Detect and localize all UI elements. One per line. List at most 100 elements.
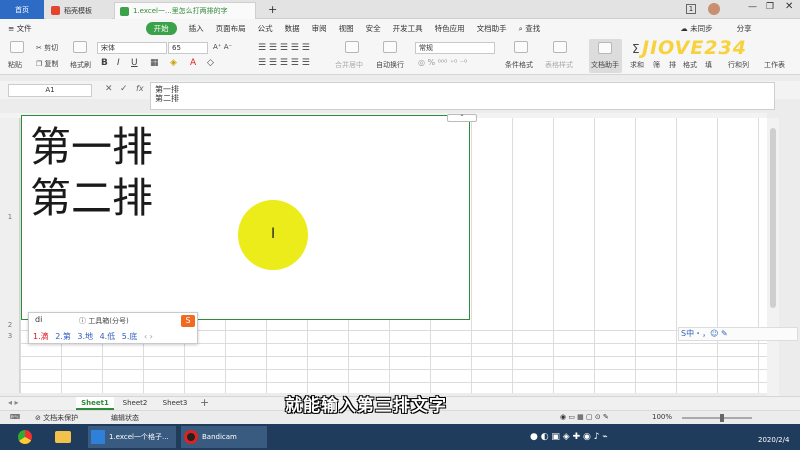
filter-button[interactable]: 筛 xyxy=(653,60,660,70)
zoom-slider[interactable] xyxy=(682,414,752,422)
tab-review[interactable]: 审阅 xyxy=(312,23,327,34)
underline-button[interactable]: U xyxy=(131,58,138,68)
doc-assistant-button[interactable]: 文档助手 xyxy=(589,39,622,73)
conditional-format-icon[interactable] xyxy=(514,41,528,53)
vertical-scrollbar[interactable] xyxy=(767,118,779,398)
fill-button[interactable]: 填 xyxy=(705,60,712,70)
ime-candidate-1[interactable]: 1.滴 xyxy=(33,332,49,341)
maximize-icon[interactable]: ❐ xyxy=(766,2,774,12)
tab-special[interactable]: 特色应用 xyxy=(435,23,465,34)
worksheet-button[interactable]: 工作表 xyxy=(764,60,785,70)
doc-assistant-label: 文档助手 xyxy=(591,61,619,69)
tab-template[interactable]: 稻壳模板 xyxy=(46,2,112,19)
formula-input[interactable]: 第一排 第二排 xyxy=(150,82,775,110)
macro-icon[interactable]: ⌨ xyxy=(10,413,20,421)
search-button[interactable]: ⌕ 查找 xyxy=(519,23,553,34)
format-painter-button[interactable]: 格式刷 xyxy=(70,60,91,70)
taskbar-date[interactable]: 2020/2/4 xyxy=(758,436,789,444)
table-style-icon[interactable] xyxy=(553,41,567,53)
tab-view[interactable]: 视图 xyxy=(339,23,354,34)
minimize-icon[interactable]: — xyxy=(748,2,757,12)
row-header-2[interactable]: 2 xyxy=(0,321,20,329)
chrome-icon[interactable] xyxy=(18,426,38,448)
folder-icon[interactable] xyxy=(55,426,75,448)
paste-icon[interactable] xyxy=(10,41,24,53)
cancel-icon[interactable]: ✕ xyxy=(105,84,113,94)
border-button[interactable]: ▦ xyxy=(150,58,159,68)
align-top-icons[interactable]: ☰ ☰ ☰ ☰ ☰ xyxy=(258,43,310,53)
align-horizontal-icons[interactable]: ☰ ☰ ☰ ☰ ☰ xyxy=(258,58,310,68)
wrap-text-button[interactable]: 自动换行 xyxy=(376,60,404,70)
ime-candidate-5[interactable]: 5.底 xyxy=(122,332,138,341)
tab-formula[interactable]: 公式 xyxy=(258,23,273,34)
name-box[interactable]: A1 xyxy=(8,84,92,97)
italic-button[interactable]: I xyxy=(117,58,120,68)
fx-icon[interactable]: fx xyxy=(136,84,144,93)
menu-bar: ≡ 文件 开始 插入 页面布局 公式 数据 审阅 视图 安全 开发工具 特色应用… xyxy=(0,19,800,37)
font-grow-button[interactable]: A⁺ A⁻ xyxy=(213,43,232,51)
sheet-nav-arrows[interactable]: ◂ ▸ xyxy=(8,398,19,407)
view-mode-icons[interactable]: ◉ ▭ ▦ ▢ ⊙ ✎ xyxy=(560,413,609,421)
conditional-format-button[interactable]: 条件格式 xyxy=(505,60,533,70)
sheet-tab-2[interactable]: Sheet2 xyxy=(116,397,154,410)
ime-candidate-4[interactable]: 4.低 xyxy=(100,332,116,341)
avatar[interactable] xyxy=(708,3,720,15)
row-col-button[interactable]: 行和列 xyxy=(728,60,749,70)
sum-icon[interactable]: Σ xyxy=(632,42,640,56)
scrollbar-thumb[interactable] xyxy=(770,128,776,308)
close-icon[interactable]: ✕ xyxy=(785,1,793,12)
sync-status[interactable]: ☁ 未同步 xyxy=(680,23,724,34)
sogou-icon: S xyxy=(181,315,195,327)
tab-doc-assistant[interactable]: 文档助手 xyxy=(477,23,507,34)
zoom-slider-thumb[interactable] xyxy=(720,414,724,422)
add-sheet-button[interactable]: + xyxy=(200,396,209,409)
row-header-1[interactable]: 1 xyxy=(0,213,20,221)
font-name-select[interactable]: 宋体 xyxy=(97,42,167,54)
clear-format-button[interactable]: ◇ xyxy=(207,58,214,68)
sheet-tab-1[interactable]: Sheet1 xyxy=(76,397,114,410)
tray-icons[interactable]: ● ◐ ▣ ◈ ✚ ◉ ♪ ⌁ xyxy=(530,432,608,442)
copy-button[interactable]: ❐ 复制 xyxy=(36,59,59,69)
row-header-3[interactable]: 3 xyxy=(0,332,20,340)
ime-candidate-2[interactable]: 2.第 xyxy=(55,332,71,341)
ime-toolbox[interactable]: ⓘ 工具箱(分号) xyxy=(79,316,129,326)
table-style-button[interactable]: 表格样式 xyxy=(545,60,573,70)
tab-start[interactable]: 开始 xyxy=(145,21,177,35)
sheet-tab-3[interactable]: Sheet3 xyxy=(156,397,194,410)
tab-document[interactable]: 1.excel一...里怎么打两排的字 xyxy=(114,2,256,19)
font-size-select[interactable]: 65 xyxy=(168,42,208,54)
doc-protect-status[interactable]: ⊘ 文档未保护 xyxy=(35,413,78,423)
format-button[interactable]: 格式 xyxy=(683,60,697,70)
taskbar-excel-app[interactable]: 1.excel一个格子... xyxy=(88,426,176,448)
new-tab-button[interactable]: + xyxy=(268,3,277,16)
ime-status-bar[interactable]: S中・，☺ ✎ xyxy=(678,327,798,341)
confirm-icon[interactable]: ✓ xyxy=(120,84,128,94)
file-menu[interactable]: ≡ 文件 xyxy=(8,23,44,34)
collapse-formula-button[interactable]: ⌃ xyxy=(447,114,477,122)
number-format-select[interactable]: 常规 xyxy=(415,42,495,54)
format-painter-icon[interactable] xyxy=(73,41,87,53)
tab-page-layout[interactable]: 页面布局 xyxy=(216,23,246,34)
tab-home[interactable]: 首页 xyxy=(0,0,44,19)
paste-button[interactable]: 粘贴 xyxy=(8,60,22,70)
taskbar-bandicam-app[interactable]: Bandicam xyxy=(181,426,267,448)
wrap-text-icon[interactable] xyxy=(383,41,397,53)
cut-button[interactable]: ✂ 剪切 xyxy=(36,43,58,53)
sort-button[interactable]: 排 xyxy=(669,60,676,70)
bold-button[interactable]: B xyxy=(101,58,108,68)
share-button[interactable]: 分享 xyxy=(737,23,752,34)
number-format-icons[interactable]: ◎ % ⁰⁰⁰ ⁺⁰ ⁻⁰ xyxy=(418,58,467,67)
tab-insert[interactable]: 插入 xyxy=(189,23,204,34)
font-color-button[interactable]: A xyxy=(190,58,196,68)
tab-developer[interactable]: 开发工具 xyxy=(393,23,423,34)
ime-candidate-3[interactable]: 3.地 xyxy=(77,332,93,341)
gridline xyxy=(20,382,767,383)
merge-center-button[interactable]: 合并居中 xyxy=(335,60,363,70)
ime-page-arrows[interactable]: ‹ › xyxy=(144,332,153,341)
tab-security[interactable]: 安全 xyxy=(366,23,381,34)
sum-button[interactable]: 求和 xyxy=(630,60,644,70)
zoom-level[interactable]: 100% xyxy=(652,413,672,421)
fill-color-button[interactable]: ◈ xyxy=(170,58,177,68)
tab-data[interactable]: 数据 xyxy=(285,23,300,34)
merge-center-icon[interactable] xyxy=(345,41,359,53)
